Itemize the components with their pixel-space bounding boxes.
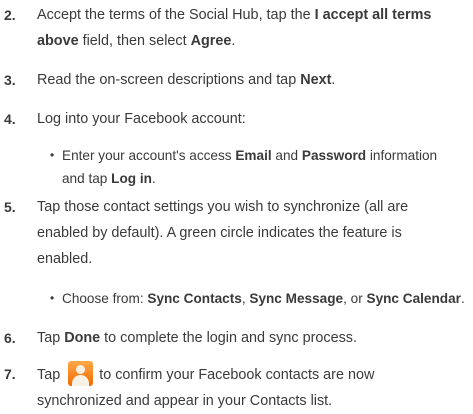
- bullet-text-line: and tap Log in.: [62, 167, 472, 190]
- bold-term: Agree: [190, 33, 232, 49]
- person-head-shape: [76, 365, 86, 374]
- step-6: 6. Tap Done to complete the login and sy…: [4, 325, 469, 351]
- bold-term: Log in: [111, 171, 152, 186]
- step-3: 3. Read the on-screen descriptions and t…: [4, 67, 469, 93]
- bold-term: Sync Message: [249, 291, 344, 306]
- step-text: Accept the terms of the Social Hub, tap …: [37, 7, 315, 23]
- step-4: 4. Log into your Facebook account:: [4, 106, 469, 132]
- step-text: Tap: [37, 367, 61, 383]
- step-text-line: Tap to confirm your Facebook contacts are…: [37, 361, 469, 388]
- step-text: information: [366, 148, 438, 163]
- step-text: Tap: [37, 330, 65, 346]
- step-text: Choose from:: [62, 291, 148, 306]
- step-7: 7. Tap to confirm your Facebook contacts …: [4, 361, 469, 414]
- step-text: Enter your account's access: [62, 148, 236, 163]
- step-text-line: enabled by default). A green circle indi…: [37, 225, 402, 241]
- bold-term: Done: [64, 330, 101, 346]
- step-text: Read the on-screen descriptions and tap: [37, 72, 301, 88]
- step-text: .: [151, 171, 156, 186]
- step-number: 3.: [4, 72, 16, 88]
- person-body-shape: [72, 375, 90, 386]
- step-text-line: Log into your Facebook account:: [37, 111, 246, 127]
- step-text-line: enabled.: [37, 251, 93, 267]
- step-number: 4.: [4, 111, 16, 127]
- step-5-bullet: • Choose from: Sync Contacts, Sync Messa…: [50, 287, 472, 310]
- step-text: field, then select: [78, 33, 191, 49]
- step-number: 2.: [4, 7, 16, 23]
- step-text-line: Accept the terms of the Social Hub, tap …: [37, 2, 469, 28]
- step-2: 2. Accept the terms of the Social Hub, t…: [4, 2, 469, 54]
- step-text: , or: [343, 291, 367, 306]
- step-text: .: [331, 72, 336, 88]
- step-5: 5. Tap those contact settings you wish t…: [4, 194, 469, 272]
- step-text: to confirm your Facebook contacts are no…: [99, 367, 375, 383]
- bullet-text-line: Choose from: Sync Contacts, Sync Message…: [62, 287, 472, 310]
- contacts-app-icon: [68, 361, 94, 386]
- bullet-icon: •: [50, 291, 55, 305]
- step-number: 6.: [4, 330, 16, 346]
- bold-term: I accept all terms: [314, 7, 432, 23]
- step-number: 7.: [4, 366, 16, 382]
- bullet-icon: •: [50, 148, 55, 162]
- bullet-text-line: Enter your account's access Email and Pa…: [62, 144, 472, 167]
- bold-term: Password: [301, 148, 367, 163]
- bold-term: Next: [300, 72, 332, 88]
- bold-term: Email: [235, 148, 272, 163]
- step-text-line: Tap Done to complete the login and sync …: [37, 325, 469, 351]
- step-text-line: Read the on-screen descriptions and tap …: [37, 67, 469, 93]
- instructions-page: 2. Accept the terms of the Social Hub, t…: [0, 0, 473, 414]
- bold-term: Sync Calendar: [366, 291, 461, 306]
- step-text-line: above field, then select Agree.: [37, 28, 469, 54]
- step-text: .: [231, 33, 236, 49]
- step-text: .: [460, 291, 465, 306]
- bold-term: above: [37, 33, 79, 49]
- step-number: 5.: [4, 199, 16, 215]
- step-text: and: [271, 148, 302, 163]
- bold-term: Sync Contacts: [147, 291, 242, 306]
- step-4-bullet: • Enter your account's access Email and …: [50, 144, 472, 190]
- step-text-line: synchronized and appear in your Contacts…: [37, 393, 333, 409]
- step-text-line: Tap those contact settings you wish to s…: [37, 199, 409, 215]
- step-text: to complete the login and sync process.: [100, 330, 357, 346]
- step-text: and tap: [62, 171, 112, 186]
